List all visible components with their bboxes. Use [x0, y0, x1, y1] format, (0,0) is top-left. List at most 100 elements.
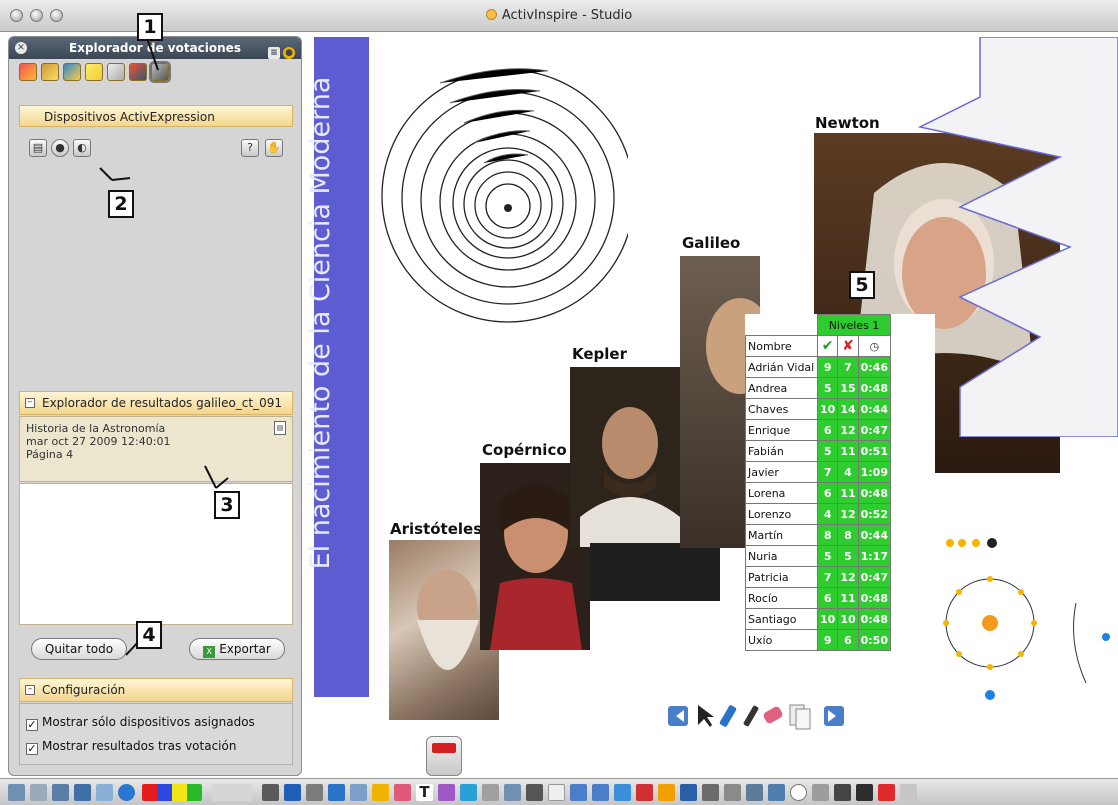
table-header-row: Nombre ✔ ✘ ◷: [745, 335, 892, 357]
correct-count: 8: [816, 524, 839, 546]
vertical-title: El nacimiento de la Ciencia Moderna: [305, 76, 336, 570]
correct-count: 10: [816, 608, 839, 630]
page-tools-icons: [668, 704, 844, 730]
device-screen: [432, 743, 456, 753]
response-time: 0:44: [857, 524, 892, 546]
next-page-dock-icon[interactable]: [592, 784, 609, 801]
student-name: Fabián: [745, 440, 818, 462]
screen-shade-icon[interactable]: [834, 784, 851, 801]
incorrect-count: 11: [837, 587, 859, 609]
correct-count: 5: [816, 545, 839, 567]
pen-tool-icon[interactable]: [284, 784, 301, 801]
table-row: Fabián 5 11 0:51: [745, 440, 892, 462]
dual-user-icon[interactable]: [768, 784, 785, 801]
student-name: Santiago: [745, 608, 818, 630]
response-time: 0:50: [857, 629, 892, 651]
label-galileo: Galileo: [682, 234, 741, 252]
table-row: Adrián Vidal 9 7 0:46: [745, 356, 892, 378]
magic-ink-icon[interactable]: [350, 784, 367, 801]
response-time: 0:44: [857, 398, 892, 420]
zoom-icon[interactable]: [856, 784, 873, 801]
response-time: 0:46: [857, 356, 892, 378]
activexpression-device: [426, 736, 462, 776]
table-row: Lorena 6 11 0:48: [745, 482, 892, 504]
incorrect-count: 7: [837, 356, 859, 378]
correct-count: 7: [816, 461, 839, 483]
keyboard-icon[interactable]: [724, 784, 741, 801]
prev-page-dock-icon[interactable]: [570, 784, 587, 801]
incorrect-count: 14: [837, 398, 859, 420]
correct-count: 5: [816, 377, 839, 399]
response-time: 0:48: [857, 587, 892, 609]
desktop-icon[interactable]: [74, 784, 91, 801]
clock-tool-icon[interactable]: [790, 784, 807, 801]
clear-icon[interactable]: [636, 784, 653, 801]
magic-wand-icon[interactable]: [460, 784, 477, 801]
connector-icon[interactable]: [372, 784, 389, 801]
spotlight-icon[interactable]: [812, 784, 829, 801]
dock-end-icon[interactable]: [900, 784, 917, 801]
color-palette[interactable]: [142, 784, 202, 801]
profile-icon[interactable]: [52, 784, 69, 801]
kepler-image: [580, 407, 680, 547]
redo-icon[interactable]: [702, 784, 719, 801]
select-tool-icon[interactable]: [262, 784, 279, 801]
shape-tool-icon[interactable]: [306, 784, 323, 801]
correct-count: 7: [816, 566, 839, 588]
incorrect-icon: ✘: [837, 335, 859, 357]
calculator-icon[interactable]: [482, 784, 499, 801]
table-title: Niveles 1: [817, 314, 891, 336]
student-name: Lorena: [745, 482, 818, 504]
voting-results-table: Niveles 1 Nombre ✔ ✘ ◷ Adrián Vidal 9 7 0:4…: [745, 314, 935, 702]
label-copernico: Copérnico: [482, 441, 567, 459]
correct-count: 6: [816, 419, 839, 441]
pen-width-slider[interactable]: [212, 784, 252, 801]
response-time: 1:17: [857, 545, 892, 567]
student-name: Nuria: [745, 545, 818, 567]
voting-start-icon[interactable]: [878, 784, 895, 801]
flipchart-canvas[interactable]: El nacimiento de la Ciencia Moderna Aris…: [304, 33, 1118, 778]
response-time: 0:47: [857, 566, 892, 588]
response-time: 0:51: [857, 440, 892, 462]
table-row: Rocío 6 11 0:48: [745, 587, 892, 609]
fill-tool-icon[interactable]: [438, 784, 455, 801]
table-row: Santiago 10 10 0:48: [745, 608, 892, 630]
table-row: Javier 7 4 1:09: [745, 461, 892, 483]
undo-icon[interactable]: [680, 784, 697, 801]
annotate-icon[interactable]: [96, 784, 113, 801]
highlighter-tool-icon[interactable]: [328, 784, 345, 801]
incorrect-count: 12: [837, 566, 859, 588]
callout-2: 2: [108, 190, 134, 218]
incorrect-count: 6: [837, 629, 859, 651]
recorder-icon[interactable]: [746, 784, 763, 801]
student-name: Enrique: [745, 419, 818, 441]
marker-icon: [743, 705, 759, 727]
correct-count: 6: [816, 587, 839, 609]
student-name: Martín: [745, 524, 818, 546]
correct-count: 9: [816, 356, 839, 378]
clock-icon: ◷: [857, 335, 892, 357]
response-time: 0:52: [857, 503, 892, 525]
student-name: Javier: [745, 461, 818, 483]
app-window: ActivInspire - Studio ✕ Explorador de vo…: [0, 0, 1118, 805]
copernican-diagram: [381, 68, 628, 323]
callout-3: 3: [214, 491, 240, 519]
incorrect-count: 12: [837, 419, 859, 441]
incorrect-count: 10: [837, 608, 859, 630]
revealer-icon[interactable]: [658, 784, 675, 801]
browser-icon[interactable]: [118, 784, 135, 801]
table-row: Enrique 6 12 0:47: [745, 419, 892, 441]
flipchart-icon[interactable]: [30, 784, 47, 801]
camera-icon[interactable]: [526, 784, 543, 801]
reset-page-icon[interactable]: [614, 784, 631, 801]
new-page-icon[interactable]: [548, 784, 565, 801]
text-tool-icon[interactable]: T: [416, 784, 433, 801]
portrait-kepler: [570, 367, 682, 547]
response-time: 0:48: [857, 608, 892, 630]
handwriting-icon[interactable]: [504, 784, 521, 801]
main-menu-icon[interactable]: [8, 784, 25, 801]
incorrect-count: 11: [837, 440, 859, 462]
student-name: Patricia: [745, 566, 818, 588]
table-row: Chaves 10 14 0:44: [745, 398, 892, 420]
eraser-tool-icon[interactable]: [394, 784, 411, 801]
